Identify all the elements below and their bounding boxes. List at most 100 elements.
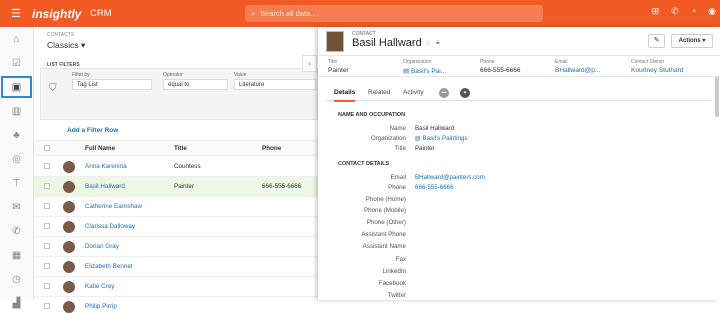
contact-title: Painter [174, 183, 194, 190]
field-label: Phone (Mobile) [364, 207, 406, 214]
filter-funnel-icon: ⛉ [49, 83, 57, 94]
table-row[interactable]: Catherine Earnshaw [34, 197, 318, 217]
summary-phone-value: 666-555-6666 [480, 67, 521, 74]
table-row[interactable]: Anna Karenina Countess [34, 157, 318, 177]
column-title[interactable]: Title [174, 145, 187, 152]
dashboard-icon[interactable]: ◷ [0, 267, 33, 291]
leads-icon[interactable]: ⊤ [0, 171, 33, 195]
summary-email-link[interactable]: BHallward@p... [555, 67, 600, 74]
actions-button[interactable]: Actions ▾ [671, 34, 713, 48]
summary-owner-link[interactable]: Kourtney Stuthard [631, 67, 683, 74]
calendar-icon[interactable]: ▦ [0, 243, 33, 267]
summary-title-value: Painter [328, 67, 349, 74]
tab-activity[interactable]: Activity [403, 89, 424, 96]
contact-name-link[interactable]: Philip Pirrip [85, 303, 117, 310]
contact-name-link[interactable]: Basil Hallward [85, 183, 125, 190]
avatar [63, 201, 75, 213]
field-value: Painter [415, 145, 435, 152]
view-selector[interactable]: Classics ▾ [47, 40, 85, 51]
summary-org-label: Organization [403, 59, 432, 65]
contact-phone: 666-555-6666 [262, 183, 302, 190]
phone-icon[interactable]: ✆ [671, 6, 679, 17]
app-switcher[interactable]: CRM [90, 8, 245, 19]
summary-owner-label: Contact Owner [631, 59, 665, 65]
row-checkbox[interactable] [44, 163, 50, 169]
search-placeholder: Search all data.... [260, 9, 319, 18]
lock-icon[interactable]: 🔒︎ [436, 39, 440, 47]
table-row[interactable]: Katie Croy [34, 277, 318, 297]
value-input[interactable]: Literature [234, 79, 316, 90]
avatar [63, 261, 75, 273]
evernote-icon[interactable]: ✦ [460, 88, 470, 98]
field-org-link[interactable]: ▤ Basil's Paintings [415, 135, 467, 142]
contact-name-link[interactable]: Dorian Gray [85, 243, 119, 250]
building-icon: ▤ [415, 135, 423, 142]
edit-button[interactable]: ✎ [648, 34, 665, 48]
field-label: Title [394, 145, 406, 152]
row-checkbox[interactable] [44, 223, 50, 229]
opportunities-icon[interactable]: ♣ [0, 123, 33, 147]
table-row[interactable]: Clarissa Dalloway [34, 217, 318, 237]
contact-name-link[interactable]: Catherine Earnshaw [85, 203, 142, 210]
search-input[interactable]: ⌕ Search all data.... [245, 5, 543, 22]
scrollbar[interactable] [715, 77, 719, 117]
top-bar: ☰ insightly CRM ⌕ Search all data.... ⊞ … [0, 0, 720, 27]
table-row[interactable]: Elizabeth Bennet [34, 257, 318, 277]
projects-icon[interactable]: ◎ [0, 147, 33, 171]
column-full-name[interactable]: Full Name [85, 145, 115, 152]
table-row[interactable]: Dorian Gray [34, 237, 318, 257]
star-icon[interactable]: ☆ [425, 38, 432, 47]
home-icon[interactable]: ⌂ [0, 27, 33, 51]
user-icon[interactable]: ◉ [708, 6, 716, 17]
avatar [63, 281, 75, 293]
field-label: Phone (Other) [366, 219, 406, 226]
table-row-selected[interactable]: Basil Hallward Painter 666-555-6666 [34, 177, 318, 197]
filter-by-select[interactable]: Tag List [72, 79, 152, 90]
contact-name-link[interactable]: Elizabeth Bennet [85, 263, 133, 270]
table-header: Full Name Title Phone [34, 140, 318, 156]
summary-org-link[interactable]: ▤ Basil's Pai... [403, 67, 446, 75]
brand-logo[interactable]: insightly [32, 7, 90, 21]
contact-name-link[interactable]: Anna Karenina [85, 163, 127, 170]
field-phone-link[interactable]: 666-555-6666 [415, 184, 454, 191]
add-icon[interactable]: ⊞ [652, 6, 660, 17]
tab-details[interactable]: Details [334, 89, 356, 102]
add-filter-row-link[interactable]: Add a Filter Row [67, 127, 118, 134]
bell-icon[interactable]: ◔ [691, 6, 696, 17]
contacts-icon[interactable]: ▣ [1, 76, 32, 98]
building-icon: ▤ [403, 68, 411, 75]
summary-title-label: Title [328, 59, 338, 65]
column-phone[interactable]: Phone [262, 145, 281, 152]
avatar [63, 301, 75, 313]
email-icon[interactable]: ✉ [0, 195, 33, 219]
filter-by-label: Filter by [72, 72, 90, 78]
row-checkbox[interactable] [44, 183, 50, 189]
field-label: Assistant Phone [361, 231, 406, 238]
operator-select[interactable]: equal to [163, 79, 228, 90]
tab-related[interactable]: Related [368, 89, 390, 96]
field-value: Basil Hallward [415, 125, 455, 132]
contact-name: Basil Hallward [352, 37, 422, 49]
operator-label: Operator [163, 72, 183, 78]
more-tabs-icon[interactable]: ••• [439, 88, 449, 98]
field-email-link[interactable]: BHallward@painters.com [415, 174, 485, 181]
row-checkbox[interactable] [44, 303, 50, 309]
contact-name-link[interactable]: Katie Croy [85, 283, 114, 290]
calls-icon[interactable]: ✆ [0, 219, 33, 243]
row-checkbox[interactable] [44, 283, 50, 289]
tasks-icon[interactable]: ☑ [0, 51, 33, 75]
menu-icon[interactable]: ☰ [0, 7, 32, 20]
field-label: LinkedIn [382, 268, 406, 275]
reports-icon[interactable]: ▟ [0, 291, 33, 315]
row-checkbox[interactable] [44, 243, 50, 249]
organizations-icon[interactable]: ▥ [0, 99, 33, 123]
collapse-panel-button[interactable]: › [302, 55, 317, 72]
contact-name-link[interactable]: Clarissa Dalloway [85, 223, 135, 230]
row-checkbox[interactable] [44, 203, 50, 209]
section-contact-details: CONTACT DETAILS [338, 161, 390, 167]
select-all-checkbox[interactable] [44, 145, 50, 151]
avatar [63, 181, 75, 193]
row-checkbox[interactable] [44, 263, 50, 269]
detail-tabs: Details Related Activity ••• ✦ [326, 86, 711, 102]
avatar [63, 161, 75, 173]
